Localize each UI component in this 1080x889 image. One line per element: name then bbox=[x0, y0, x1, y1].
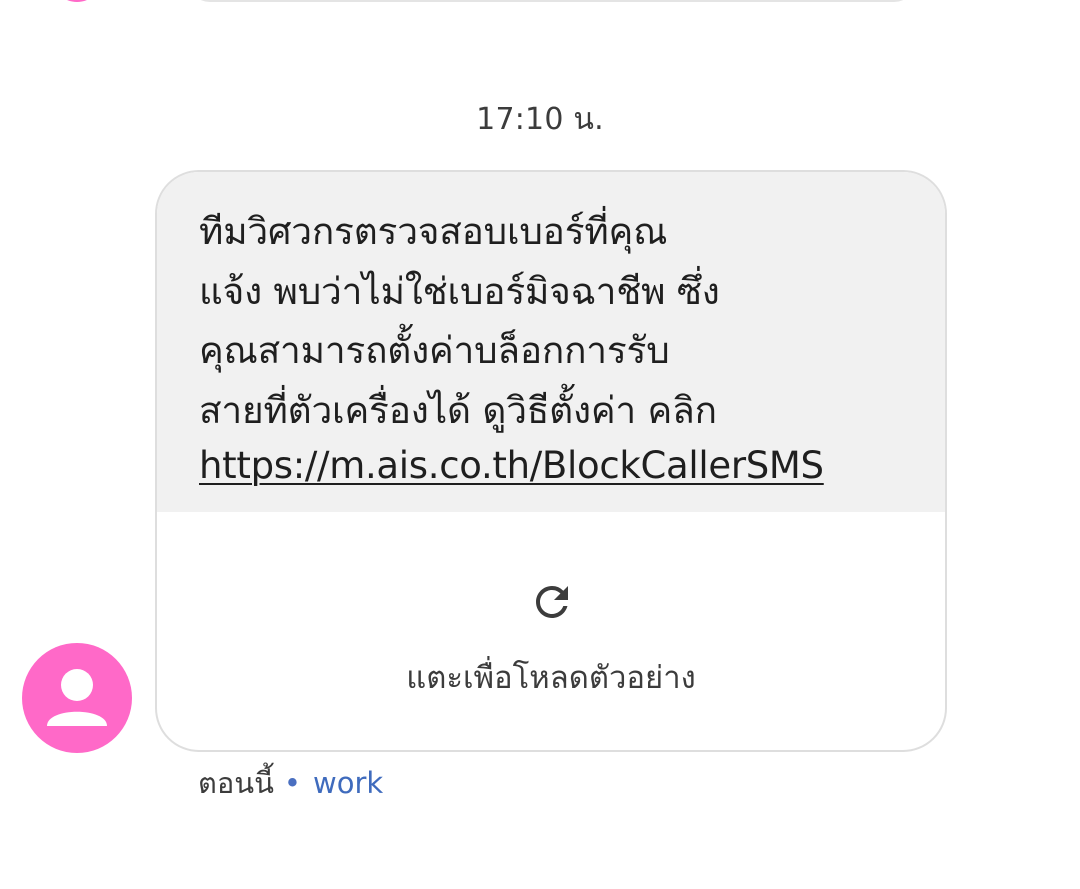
status-separator: • bbox=[283, 766, 302, 800]
link-preview-loader[interactable]: แตะเพื่อโหลดตัวอย่าง bbox=[157, 512, 945, 750]
message-text-line: ทีมวิศวกรตรวจสอบเบอร์ที่คุณ bbox=[199, 210, 668, 253]
sender-avatar[interactable] bbox=[22, 643, 132, 753]
message-text-line: สายที่ตัวเครื่องได้ ดูวิธีตั้งค่า คลิก bbox=[199, 388, 717, 432]
load-preview-label: แตะเพื่อโหลดตัวอย่าง bbox=[406, 660, 696, 696]
message-body: ทีมวิศวกรตรวจสอบเบอร์ที่คุณ แจ้ง พบว่าไม… bbox=[157, 172, 945, 512]
previous-message-bubble[interactable] bbox=[188, 0, 916, 2]
conversation-screen: 17:10 น. ทีมวิศวกรตรวจสอบเบอร์ที่คุณ แจ้… bbox=[0, 0, 1080, 889]
sim-label: work bbox=[313, 766, 384, 800]
message-bubble[interactable]: ทีมวิศวกรตรวจสอบเบอร์ที่คุณ แจ้ง พบว่าไม… bbox=[155, 170, 947, 752]
message-timestamp: 17:10 น. bbox=[476, 102, 604, 137]
message-link[interactable]: https://m.ais.co.th/BlockCallerSMS bbox=[199, 440, 824, 492]
message-status: ตอนนี้ bbox=[198, 766, 274, 800]
person-icon bbox=[47, 669, 107, 726]
message-text-line: คุณสามารถตั้งค่าบล็อกการรับ bbox=[199, 329, 670, 372]
previous-sender-avatar[interactable] bbox=[52, 0, 102, 2]
message-status-footer: ตอนนี้ • work bbox=[198, 760, 383, 806]
message-text-line: แจ้ง พบว่าไม่ใช่เบอร์มิจฉาชีพ ซึ่ง bbox=[199, 269, 720, 313]
refresh-icon bbox=[536, 586, 568, 618]
